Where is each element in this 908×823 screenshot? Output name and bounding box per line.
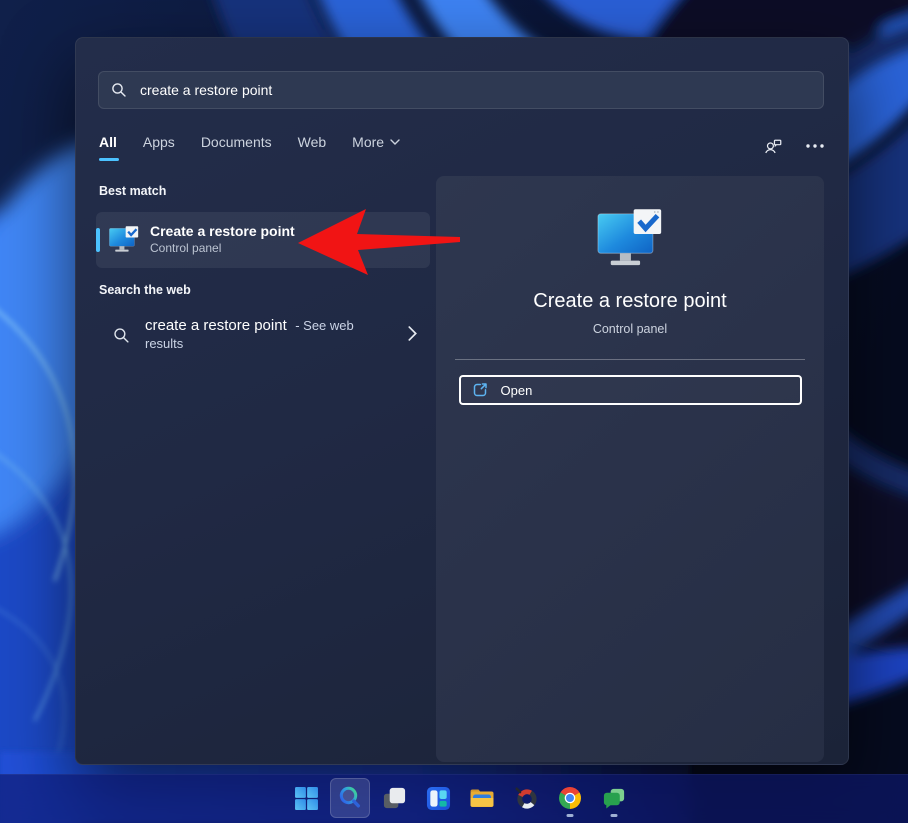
windows-start-icon: [294, 786, 319, 811]
best-match-title: Create a restore point: [150, 223, 295, 240]
tab-apps[interactable]: Apps: [143, 134, 175, 150]
search-panel: All Apps Documents Web More Best match: [75, 37, 849, 765]
taskbar-chat-button[interactable]: [594, 778, 634, 818]
ellipsis-icon[interactable]: [806, 144, 824, 148]
taskbar-chrome-button[interactable]: [550, 778, 590, 818]
open-external-icon: [472, 382, 488, 398]
search-icon: [111, 82, 127, 98]
tab-documents[interactable]: Documents: [201, 134, 272, 150]
search-icon: [113, 327, 130, 344]
chrome-icon: [557, 785, 583, 811]
taskbar-utility-app-button[interactable]: [506, 778, 546, 818]
web-search-result[interactable]: create a restore point - See web results: [96, 306, 430, 364]
user-options-icon[interactable]: [763, 136, 784, 157]
restore-point-monitor-icon: [597, 209, 663, 270]
tab-more[interactable]: More: [352, 134, 400, 150]
task-view-icon: [382, 786, 407, 811]
divider: [455, 359, 805, 360]
chevron-down-icon: [390, 139, 400, 145]
result-preview-pane: Create a restore point Control panel Ope…: [436, 176, 824, 762]
taskbar-file-explorer-button[interactable]: [462, 778, 502, 818]
running-indicator: [611, 814, 618, 817]
search-the-web-label: Search the web: [99, 283, 191, 297]
utility-app-icon: [514, 786, 539, 811]
search-filter-tabs: All Apps Documents Web More: [99, 134, 400, 150]
open-button[interactable]: Open: [459, 375, 802, 405]
taskbar: [0, 774, 908, 823]
best-match-result[interactable]: Create a restore point Control panel: [96, 212, 430, 268]
taskbar-start-button[interactable]: [286, 778, 326, 818]
search-icon: [337, 785, 363, 811]
best-match-subtitle: Control panel: [150, 240, 295, 257]
web-result-query: create a restore point: [145, 317, 287, 334]
preview-title: Create a restore point: [436, 290, 824, 313]
preview-subtitle: Control panel: [436, 322, 824, 336]
taskbar-widgets-button[interactable]: [418, 778, 458, 818]
search-input[interactable]: [138, 81, 811, 99]
selection-accent-bar: [96, 228, 100, 252]
search-box[interactable]: [98, 71, 824, 109]
chevron-right-icon: [408, 326, 417, 341]
best-match-label: Best match: [99, 184, 166, 198]
open-button-label: Open: [501, 383, 533, 398]
taskbar-task-view-button[interactable]: [374, 778, 414, 818]
running-indicator: [567, 814, 574, 817]
restore-point-monitor-icon: [109, 226, 139, 254]
tab-more-label: More: [352, 134, 384, 150]
chat-icon: [602, 786, 627, 811]
file-explorer-icon: [469, 785, 495, 811]
widgets-icon: [426, 786, 451, 811]
tab-web[interactable]: Web: [298, 134, 327, 150]
taskbar-search-button[interactable]: [330, 778, 370, 818]
tab-all[interactable]: All: [99, 134, 117, 150]
